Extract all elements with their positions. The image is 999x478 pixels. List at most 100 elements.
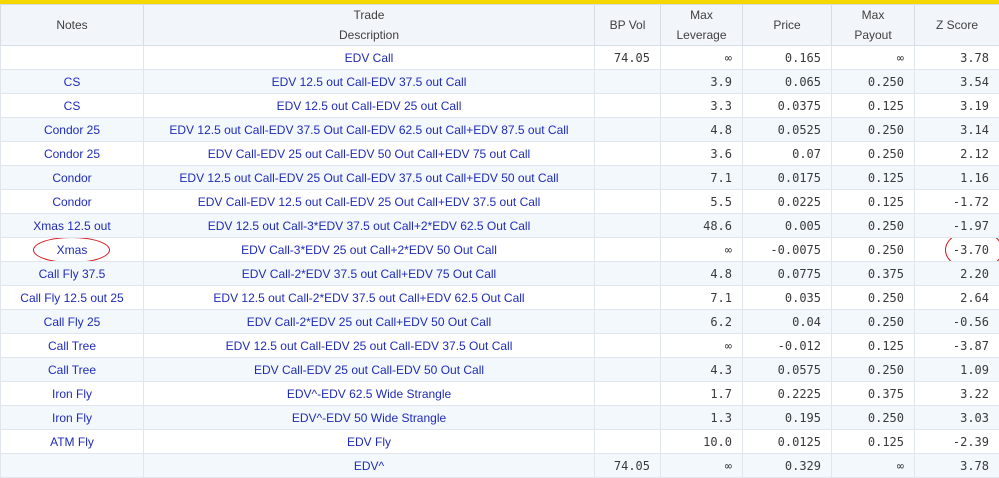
max-leverage-cell: 3.9 xyxy=(661,70,743,94)
header-row: NotesTrade DescriptionBP VolMax Leverage… xyxy=(1,5,999,46)
max-payout-cell: 0.250 xyxy=(832,238,915,262)
max-leverage-cell: 7.1 xyxy=(661,166,743,190)
bp-vol-cell: 74.05 xyxy=(595,454,661,478)
table-row[interactable]: Call Fly 25EDV Call-2*EDV 25 out Call+ED… xyxy=(1,310,999,334)
table-row[interactable]: Iron FlyEDV^-EDV 62.5 Wide Strangle1.70.… xyxy=(1,382,999,406)
max-payout-cell: 0.375 xyxy=(832,262,915,286)
trade-description-cell: EDV 12.5 out Call-EDV 25 Out Call-EDV 37… xyxy=(144,166,595,190)
notes-cell: CS xyxy=(1,94,144,118)
price-cell: 0.0525 xyxy=(743,118,832,142)
table-row[interactable]: Call TreeEDV Call-EDV 25 out Call-EDV 50… xyxy=(1,358,999,382)
z-score-cell: 3.03 xyxy=(915,406,999,430)
trade-description-cell: EDV 12.5 out Call-EDV 37.5 Out Call-EDV … xyxy=(144,118,595,142)
max-leverage-header[interactable]: Max Leverage xyxy=(661,5,743,46)
table-row[interactable]: Condor 25EDV Call-EDV 25 out Call-EDV 50… xyxy=(1,142,999,166)
max-leverage-cell: 3.3 xyxy=(661,94,743,118)
table-row[interactable]: EDV Call74.05∞0.165∞3.78 xyxy=(1,46,999,70)
table-row[interactable]: Xmas EDV Call-3*EDV 25 out Call+2*EDV 50 … xyxy=(1,238,999,262)
notes-cell: Xmas 12.5 out xyxy=(1,214,144,238)
bp-vol-cell xyxy=(595,94,661,118)
price-cell: 0.0575 xyxy=(743,358,832,382)
notes-cell: Call Fly 37.5 xyxy=(1,262,144,286)
price-cell: 0.165 xyxy=(743,46,832,70)
max-payout-cell: ∞ xyxy=(832,46,915,70)
z-score-cell: 3.19 xyxy=(915,94,999,118)
trade-description-cell: EDV Call-3*EDV 25 out Call+2*EDV 50 Out … xyxy=(144,238,595,262)
table-row[interactable]: ATM FlyEDV Fly10.00.01250.125-2.39 xyxy=(1,430,999,454)
table-row[interactable]: CondorEDV 12.5 out Call-EDV 25 Out Call-… xyxy=(1,166,999,190)
z-score-cell: 3.22 xyxy=(915,382,999,406)
price-cell: 0.065 xyxy=(743,70,832,94)
trade-description-cell: EDV Call-EDV 12.5 out Call-EDV 25 Out Ca… xyxy=(144,190,595,214)
max-leverage-cell: ∞ xyxy=(661,46,743,70)
max-payout-cell: 0.250 xyxy=(832,118,915,142)
table-row[interactable]: CondorEDV Call-EDV 12.5 out Call-EDV 25 … xyxy=(1,190,999,214)
notes-cell: Iron Fly xyxy=(1,406,144,430)
max-leverage-cell: ∞ xyxy=(661,334,743,358)
notes-cell: Call Tree xyxy=(1,358,144,382)
table-row[interactable]: EDV^74.05∞0.329∞3.78 xyxy=(1,454,999,478)
bp-vol-cell xyxy=(595,310,661,334)
notes-cell: Call Fly 12.5 out 25 xyxy=(1,286,144,310)
table-row[interactable]: CSEDV 12.5 out Call-EDV 37.5 out Call3.9… xyxy=(1,70,999,94)
trade-description-cell: EDV^ xyxy=(144,454,595,478)
bp-vol-cell xyxy=(595,166,661,190)
max-payout-cell: 0.250 xyxy=(832,358,915,382)
max-leverage-cell: 48.6 xyxy=(661,214,743,238)
notes-cell: Condor 25 xyxy=(1,142,144,166)
max-payout-header[interactable]: Max Payout xyxy=(832,5,915,46)
trade-description-cell: EDV Call-2*EDV 25 out Call+EDV 50 Out Ca… xyxy=(144,310,595,334)
table-row[interactable]: CSEDV 12.5 out Call-EDV 25 out Call3.30.… xyxy=(1,94,999,118)
bp-vol-cell xyxy=(595,430,661,454)
z-score-cell: 2.12 xyxy=(915,142,999,166)
max-leverage-cell: 10.0 xyxy=(661,430,743,454)
max-leverage-cell: ∞ xyxy=(661,454,743,478)
table-row[interactable]: Call Fly 37.5EDV Call-2*EDV 37.5 out Cal… xyxy=(1,262,999,286)
trade-description-header[interactable]: Trade Description xyxy=(144,5,595,46)
table-row[interactable]: Iron FlyEDV^-EDV 50 Wide Strangle1.30.19… xyxy=(1,406,999,430)
max-payout-cell: 0.250 xyxy=(832,310,915,334)
z-score-cell: 2.20 xyxy=(915,262,999,286)
trade-description-cell: EDV^-EDV 62.5 Wide Strangle xyxy=(144,382,595,406)
max-leverage-cell: 7.1 xyxy=(661,286,743,310)
bp-vol-cell xyxy=(595,118,661,142)
max-payout-cell: 0.250 xyxy=(832,70,915,94)
max-leverage-cell: 4.8 xyxy=(661,262,743,286)
trades-table: NotesTrade DescriptionBP VolMax Leverage… xyxy=(0,4,999,478)
z-score-cell: 2.64 xyxy=(915,286,999,310)
trade-description-cell: EDV Call-EDV 25 out Call-EDV 50 Out Call xyxy=(144,358,595,382)
table-row[interactable]: Xmas 12.5 outEDV 12.5 out Call-3*EDV 37.… xyxy=(1,214,999,238)
price-cell: 0.0775 xyxy=(743,262,832,286)
trade-description-cell: EDV^-EDV 50 Wide Strangle xyxy=(144,406,595,430)
max-leverage-cell: 5.5 xyxy=(661,190,743,214)
max-payout-cell: 0.125 xyxy=(832,94,915,118)
bp-vol-header[interactable]: BP Vol xyxy=(595,5,661,46)
max-payout-cell: 0.125 xyxy=(832,166,915,190)
max-payout-cell: 0.125 xyxy=(832,430,915,454)
bp-vol-cell xyxy=(595,286,661,310)
price-cell: 0.0175 xyxy=(743,166,832,190)
z-score-header[interactable]: Z Score xyxy=(915,5,999,46)
bp-vol-cell xyxy=(595,142,661,166)
table-row[interactable]: Condor 25EDV 12.5 out Call-EDV 37.5 Out … xyxy=(1,118,999,142)
max-leverage-cell: 4.8 xyxy=(661,118,743,142)
price-cell: -0.0075 xyxy=(743,238,832,262)
trade-description-cell: EDV 12.5 out Call-3*EDV 37.5 out Call+2*… xyxy=(144,214,595,238)
table-row[interactable]: Call Fly 12.5 out 25EDV 12.5 out Call-2*… xyxy=(1,286,999,310)
table-body: EDV Call74.05∞0.165∞3.78CSEDV 12.5 out C… xyxy=(1,46,999,478)
price-cell: 0.035 xyxy=(743,286,832,310)
annotated-value: Xmas xyxy=(57,243,88,257)
table-row[interactable]: Call TreeEDV 12.5 out Call-EDV 25 out Ca… xyxy=(1,334,999,358)
price-header[interactable]: Price xyxy=(743,5,832,46)
z-score-cell: 3.54 xyxy=(915,70,999,94)
bp-vol-cell xyxy=(595,214,661,238)
max-payout-cell: 0.125 xyxy=(832,190,915,214)
z-score-cell: -1.97 xyxy=(915,214,999,238)
notes-cell: Condor xyxy=(1,190,144,214)
bp-vol-cell: 74.05 xyxy=(595,46,661,70)
z-score-cell: -2.39 xyxy=(915,430,999,454)
max-payout-cell: 0.250 xyxy=(832,286,915,310)
z-score-cell: 1.09 xyxy=(915,358,999,382)
notes-cell xyxy=(1,454,144,478)
notes-header[interactable]: Notes xyxy=(1,5,144,46)
